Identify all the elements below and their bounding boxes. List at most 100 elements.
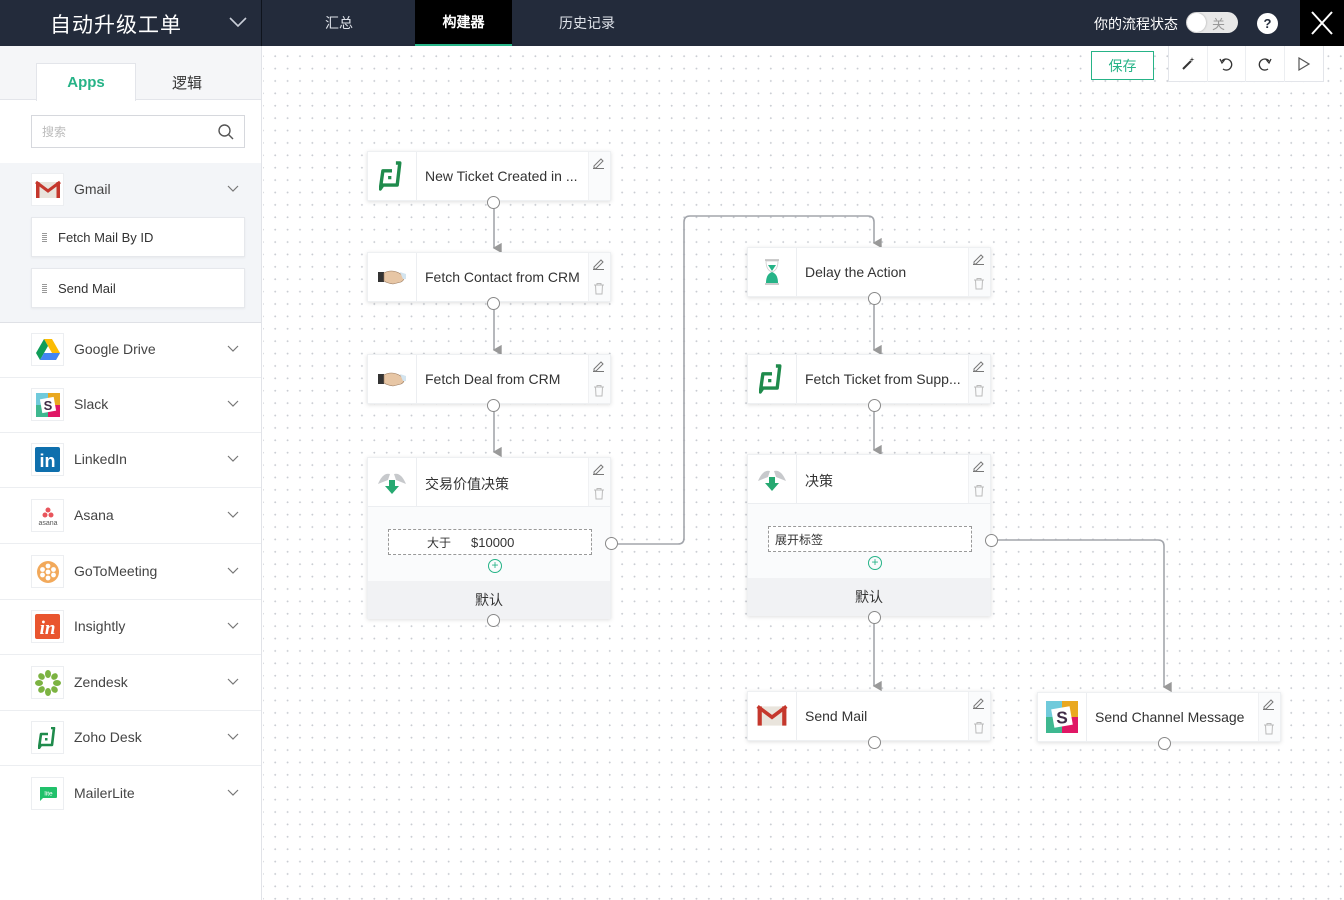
output-port[interactable]: [487, 196, 500, 209]
chevron-down-icon: [227, 622, 239, 629]
node-fetch-ticket[interactable]: Fetch Ticket from Supp...: [747, 354, 991, 404]
default-branch[interactable]: 默认: [368, 581, 610, 619]
app-name: Insightly: [74, 618, 126, 634]
handshake-icon: [368, 253, 417, 301]
node-actions: [588, 458, 610, 506]
app-row-asana[interactable]: asana Asana: [0, 489, 261, 544]
app-row-google-drive[interactable]: Google Drive: [0, 323, 261, 378]
trash-icon[interactable]: [593, 282, 605, 295]
trash-icon[interactable]: [973, 721, 985, 734]
tab-summary[interactable]: 汇总: [263, 0, 415, 46]
trash-icon[interactable]: [973, 277, 985, 290]
edit-icon[interactable]: [972, 459, 985, 472]
edit-icon[interactable]: [1262, 697, 1275, 710]
condition-branch[interactable]: 展开标签: [768, 526, 972, 552]
node-delay[interactable]: Delay the Action: [747, 247, 991, 297]
app-row-linkedin[interactable]: in LinkedIn: [0, 433, 261, 488]
node-decision-deal-value[interactable]: 交易价值决策 大于 $10000 + 默认: [367, 457, 611, 619]
node-trigger[interactable]: New Ticket Created in ...: [367, 151, 611, 201]
action-item-send-mail[interactable]: Send Mail: [31, 268, 245, 308]
app-search: [31, 115, 245, 148]
redo-button[interactable]: [1246, 46, 1285, 82]
flow-status-toggle[interactable]: 关: [1186, 12, 1238, 33]
chevron-down-icon: [227, 511, 239, 518]
branch-port[interactable]: [985, 534, 998, 547]
save-button[interactable]: 保存: [1091, 51, 1154, 80]
node-fetch-deal[interactable]: Fetch Deal from CRM: [367, 354, 611, 404]
node-label: Send Mail: [805, 708, 868, 724]
condition-branch[interactable]: 大于 $10000: [388, 529, 592, 555]
output-port[interactable]: [868, 292, 881, 305]
node-fetch-contact[interactable]: Fetch Contact from CRM: [367, 252, 611, 302]
app-row-insightly[interactable]: in Insightly: [0, 600, 261, 655]
action-label: Send Mail: [58, 281, 116, 296]
output-port[interactable]: [868, 736, 881, 749]
trash-icon[interactable]: [973, 384, 985, 397]
decision-icon: [368, 458, 417, 506]
default-port[interactable]: [487, 614, 500, 627]
edit-icon[interactable]: [592, 156, 605, 169]
slack-icon: S: [1038, 693, 1087, 741]
app-name: Slack: [74, 396, 109, 412]
output-port[interactable]: [868, 399, 881, 412]
app-row-zoho-desk[interactable]: Zoho Desk: [0, 711, 261, 766]
node-actions: [588, 253, 610, 301]
app-name: MailerLite: [74, 785, 135, 801]
decision-conditions: 大于 $10000 +: [368, 507, 610, 581]
trash-icon[interactable]: [1263, 722, 1275, 735]
node-send-channel-message[interactable]: S Send Channel Message: [1037, 692, 1281, 742]
tab-logic[interactable]: 逻辑: [137, 63, 237, 101]
app-row-gmail[interactable]: Gmail: [0, 163, 261, 218]
node-label: Send Channel Message: [1095, 709, 1245, 725]
output-port[interactable]: [487, 399, 500, 412]
app-row-slack[interactable]: S Slack: [0, 378, 261, 433]
help-button[interactable]: ?: [1257, 13, 1278, 34]
undo-button[interactable]: [1208, 46, 1246, 82]
close-button[interactable]: [1300, 0, 1344, 46]
action-item-fetch-mail-by-id[interactable]: Fetch Mail By ID: [31, 217, 245, 257]
flow-title-dropdown[interactable]: 自动升级工单: [0, 0, 262, 46]
tab-builder[interactable]: 构建器: [415, 0, 512, 46]
default-branch[interactable]: 默认: [748, 578, 990, 616]
drag-handle-icon: [42, 284, 47, 294]
trash-icon[interactable]: [593, 487, 605, 500]
decision-conditions: 展开标签 +: [748, 504, 990, 578]
add-condition-button[interactable]: +: [868, 556, 882, 570]
trash-icon[interactable]: [973, 484, 985, 497]
run-button[interactable]: [1285, 46, 1323, 82]
edit-icon[interactable]: [972, 252, 985, 265]
trash-icon[interactable]: [593, 384, 605, 397]
branch-port[interactable]: [605, 537, 618, 550]
edit-icon[interactable]: [592, 359, 605, 372]
tab-apps[interactable]: Apps: [36, 63, 136, 101]
magic-wand-icon: [1182, 57, 1195, 70]
default-port[interactable]: [868, 611, 881, 624]
top-bar: 自动升级工单 汇总 构建器 历史记录 你的流程状态 关 ?: [0, 0, 1344, 46]
search-icon[interactable]: [217, 123, 235, 141]
node-decision[interactable]: 决策 展开标签 + 默认: [747, 454, 991, 616]
node-label: Fetch Ticket from Supp...: [805, 371, 961, 387]
node-actions: [968, 355, 990, 403]
edit-icon[interactable]: [592, 257, 605, 270]
sidebar-tabs: Apps 逻辑: [0, 46, 261, 101]
app-row-zendesk[interactable]: Zendesk: [0, 656, 261, 711]
edit-icon[interactable]: [592, 462, 605, 475]
search-input[interactable]: [32, 116, 202, 147]
gotomeeting-icon: [31, 555, 64, 588]
gmail-icon: [748, 692, 797, 740]
chevron-down-icon: [227, 185, 239, 192]
tab-history[interactable]: 历史记录: [512, 0, 662, 46]
flow-status-label: 你的流程状态: [1094, 17, 1178, 33]
sidebar: Apps 逻辑 Gmail Fetch Mail By ID Send Mail…: [0, 46, 262, 900]
zendesk-icon: [31, 666, 64, 699]
edit-icon[interactable]: [972, 696, 985, 709]
magic-wand-button[interactable]: [1169, 46, 1208, 82]
app-row-mailerlite[interactable]: lite MailerLite: [0, 767, 261, 822]
app-row-gotomeeting[interactable]: GoToMeeting: [0, 545, 261, 600]
edit-icon[interactable]: [972, 359, 985, 372]
output-port[interactable]: [487, 297, 500, 310]
output-port[interactable]: [1158, 737, 1171, 750]
node-label: Fetch Contact from CRM: [425, 269, 580, 285]
add-condition-button[interactable]: +: [488, 559, 502, 573]
node-send-mail[interactable]: Send Mail: [747, 691, 991, 741]
